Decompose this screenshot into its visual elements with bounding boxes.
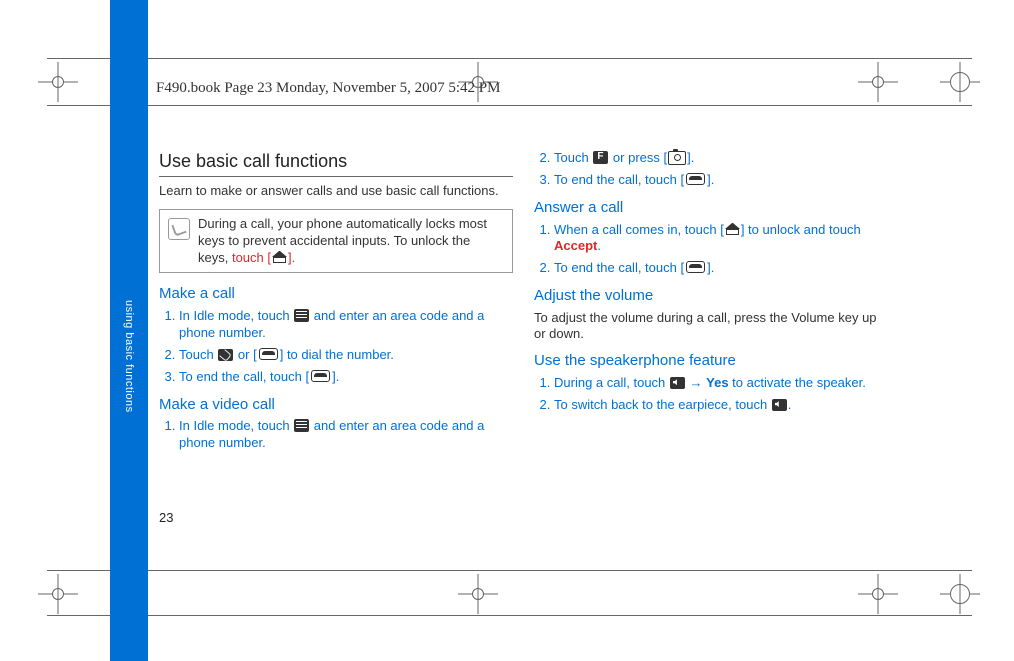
home-icon <box>725 223 740 236</box>
registration-mark <box>458 574 498 614</box>
speaker-icon <box>670 377 685 389</box>
intro-text: Learn to make or answer calls and use ba… <box>159 183 513 199</box>
speaker-steps: During a call, touch → Yes to activate t… <box>534 375 888 414</box>
registration-mark <box>38 574 78 614</box>
crop-line-bottom-2 <box>47 615 972 616</box>
volume-text: To adjust the volume during a call, pres… <box>534 310 888 343</box>
step-text: Touch <box>179 347 217 362</box>
list-item: In Idle mode, touch and enter an area co… <box>179 308 513 342</box>
step-text: ] to dial the number. <box>280 347 394 362</box>
crop-line-top-2 <box>47 105 972 106</box>
list-item: When a call comes in, touch [ ] to unlock… <box>554 222 888 256</box>
accept-label: Accept <box>554 238 597 253</box>
step-text: To end the call, touch [ <box>554 172 684 187</box>
left-column: Use basic call functions Learn to make o… <box>159 150 513 462</box>
list-item: Touch or [ ] to dial the number. <box>179 347 513 364</box>
list-item: In Idle mode, touch and enter an area co… <box>179 418 513 452</box>
video-call-steps: In Idle mode, touch and enter an area co… <box>159 418 513 452</box>
speaker-heading: Use the speakerphone feature <box>534 352 888 371</box>
list-item: To switch back to the earpiece, touch . <box>554 397 888 414</box>
note-box: During a call, your phone automatically … <box>159 209 513 274</box>
list-item: Touch or press []. <box>554 150 888 167</box>
step-text: or press [ <box>609 150 667 165</box>
right-column: Touch or press []. To end the call, touc… <box>534 150 888 424</box>
registration-mark <box>940 574 980 614</box>
step-text: To switch back to the earpiece, touch <box>554 397 771 412</box>
step-text: In Idle mode, touch <box>179 418 293 433</box>
step-text: In Idle mode, touch <box>179 308 293 323</box>
doc-header: F490.book Page 23 Monday, November 5, 20… <box>156 80 500 97</box>
note-warn-post: ]. <box>288 250 295 265</box>
note-icon <box>168 218 190 240</box>
video-call-icon <box>593 151 608 164</box>
crop-line-bottom <box>47 570 972 571</box>
keypad-icon <box>294 419 309 432</box>
registration-mark <box>940 62 980 102</box>
list-item: During a call, touch → Yes to activate t… <box>554 375 888 392</box>
video-call-steps-cont: Touch or press []. To end the call, touc… <box>534 150 888 189</box>
make-call-heading: Make a call <box>159 285 513 304</box>
page-content: Use basic call functions Learn to make o… <box>159 150 959 521</box>
keypad-icon <box>294 309 309 322</box>
list-item: To end the call, touch []. <box>554 172 888 189</box>
step-text: . <box>597 238 601 253</box>
end-key-icon <box>311 370 330 382</box>
section-tab: using basic functions <box>110 0 148 661</box>
end-key-icon <box>686 173 705 185</box>
make-call-steps: In Idle mode, touch and enter an area co… <box>159 308 513 386</box>
list-item: To end the call, touch []. <box>179 369 513 386</box>
answer-call-steps: When a call comes in, touch [ ] to unlock… <box>534 222 888 278</box>
step-text: ]. <box>707 260 714 275</box>
speaker-icon <box>772 399 787 411</box>
yes-label: Yes <box>706 375 728 390</box>
step-text: ]. <box>687 150 694 165</box>
step-text: ] to unlock and touch <box>741 222 861 237</box>
registration-mark <box>858 62 898 102</box>
crop-line-top <box>47 58 972 59</box>
registration-mark <box>858 574 898 614</box>
step-text: . <box>788 397 792 412</box>
step-text: to activate the speaker. <box>729 375 866 390</box>
step-text: To end the call, touch [ <box>554 260 684 275</box>
step-text: or [ <box>234 347 256 362</box>
step-text: To end the call, touch [ <box>179 369 309 384</box>
send-key-icon <box>259 348 278 360</box>
note-warn-pre: touch [ <box>232 250 271 265</box>
end-key-icon <box>686 261 705 273</box>
step-text: ]. <box>332 369 339 384</box>
video-call-heading: Make a video call <box>159 396 513 415</box>
answer-call-heading: Answer a call <box>534 199 888 218</box>
step-arrow: → <box>686 375 706 390</box>
home-icon <box>272 251 287 264</box>
list-item: To end the call, touch []. <box>554 260 888 277</box>
volume-heading: Adjust the volume <box>534 287 888 306</box>
step-text: When a call comes in, touch [ <box>554 222 724 237</box>
step-text: During a call, touch <box>554 375 669 390</box>
section-tab-label: using basic functions <box>123 300 135 413</box>
call-icon <box>218 349 233 361</box>
step-text: ]. <box>707 172 714 187</box>
registration-mark <box>38 62 78 102</box>
step-text: Touch <box>554 150 592 165</box>
page-title: Use basic call functions <box>159 150 513 177</box>
camera-icon <box>668 151 686 165</box>
